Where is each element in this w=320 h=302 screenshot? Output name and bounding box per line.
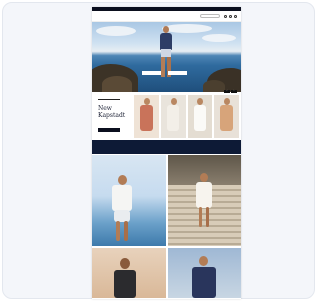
hero-banner[interactable] (92, 22, 241, 92)
model-outfit (166, 105, 180, 131)
model-head (224, 98, 231, 105)
model-top (114, 270, 136, 298)
chevron-right-icon[interactable]: › (231, 90, 237, 93)
lookbook-tile[interactable] (167, 248, 241, 298)
hero-button-left[interactable] (142, 71, 161, 75)
wishlist-icon[interactable] (229, 14, 232, 18)
new-arrivals-intro: New Kapstadt (94, 95, 132, 138)
account-icon[interactable] (224, 14, 227, 18)
cloud-shape (96, 26, 136, 36)
model-head (199, 173, 208, 182)
model-head (170, 98, 177, 105)
collection-band[interactable] (92, 140, 241, 154)
section-title-line1: New (98, 105, 112, 112)
model-shirt (191, 267, 216, 298)
site-header (92, 11, 241, 22)
new-arrivals-section: New Kapstadt ‹ › (92, 90, 241, 140)
model-head (197, 98, 204, 105)
product-card[interactable] (134, 95, 159, 138)
rocks-right-small (203, 80, 225, 92)
product-carousel: ‹ › (134, 90, 239, 138)
section-title-line2: Kapstadt (98, 112, 126, 119)
hero-button-right[interactable] (168, 71, 187, 75)
model-head (143, 98, 150, 105)
model-leg (124, 221, 128, 241)
product-card[interactable] (160, 95, 186, 138)
lookbook-grid (92, 154, 241, 298)
model-outfit (140, 105, 153, 131)
model-head (198, 256, 208, 266)
cart-icon[interactable] (234, 14, 237, 18)
model-shirt (112, 185, 132, 211)
product-card[interactable] (187, 95, 213, 138)
lookbook-tile[interactable] (92, 248, 166, 298)
model-outfit (220, 105, 233, 131)
lookbook-tile[interactable] (92, 155, 166, 246)
model-dress (195, 182, 212, 208)
hero-buttons (142, 71, 187, 75)
website-page: New Kapstadt ‹ › (92, 7, 241, 299)
rocks-left-small (102, 76, 132, 92)
divider (98, 99, 120, 100)
header-icons (224, 14, 237, 18)
model-outfit (193, 105, 207, 131)
model-leg (116, 221, 120, 241)
model-leg (198, 207, 202, 227)
shop-now-button[interactable] (98, 128, 120, 132)
search-input[interactable] (200, 14, 220, 18)
model-head (118, 175, 127, 185)
cloud-shape (202, 34, 236, 42)
model-head (120, 258, 130, 269)
chevron-left-icon[interactable]: ‹ (224, 90, 230, 93)
carousel-arrows: ‹ › (224, 90, 237, 93)
lookbook-tile[interactable] (167, 155, 241, 246)
model-leg (205, 207, 209, 227)
product-card[interactable] (214, 95, 239, 138)
